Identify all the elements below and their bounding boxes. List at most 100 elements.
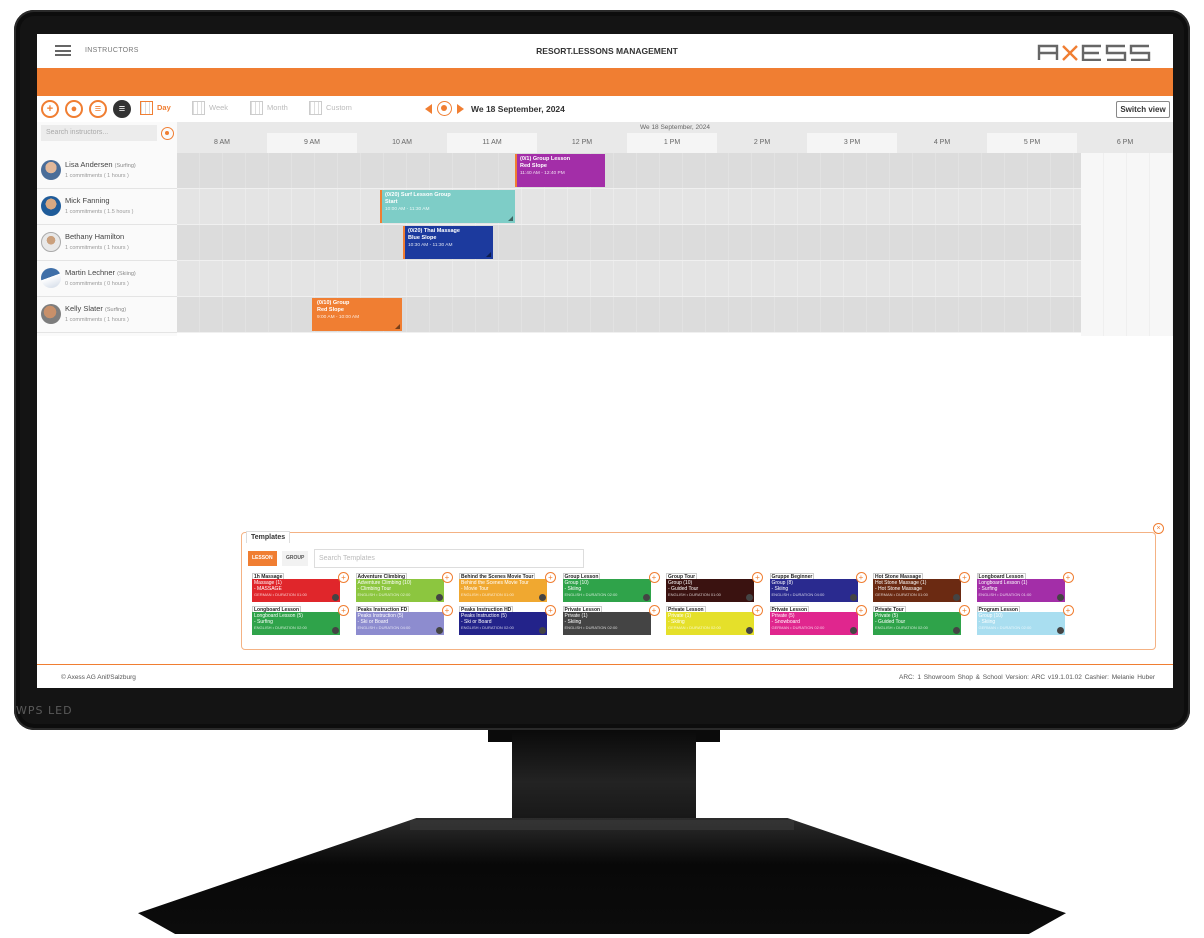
calendar-month-icon[interactable]: [250, 101, 263, 115]
event-block[interactable]: (0/20) Surf Lesson Group Start 10:00 AM …: [380, 190, 515, 223]
event-location: Red Slope: [317, 307, 344, 313]
instructor-row[interactable]: Lisa Andersen (Surfing) 1 commitments ( …: [37, 153, 177, 189]
instructor-row[interactable]: Kelly Slater (Surfing) 1 commitments ( 1…: [37, 297, 177, 333]
template-card[interactable]: Longboard Lesson Longboard Lesson (5) - Su…: [252, 605, 349, 635]
hour-label: 2 PM: [717, 133, 807, 153]
add-template-icon[interactable]: +: [959, 605, 970, 616]
next-day-icon[interactable]: [457, 104, 464, 114]
add-template-icon[interactable]: +: [441, 572, 453, 583]
add-template-icon[interactable]: +: [648, 572, 660, 583]
add-template-icon[interactable]: +: [855, 605, 867, 616]
avatar: [41, 268, 61, 288]
template-card[interactable]: Longboard Lesson Longboard Lesson (1) - Su…: [976, 572, 1074, 602]
hour-label: 6 PM: [1077, 133, 1173, 153]
calendar-day-icon[interactable]: [140, 101, 153, 115]
add-template-icon[interactable]: +: [959, 572, 970, 583]
document-icon[interactable]: ≡: [89, 100, 107, 118]
instructor-name-text: Mick Fanning: [65, 196, 110, 205]
filter-lesson-button[interactable]: LESSON: [248, 551, 277, 566]
copyright: © Axess AG Anif/Salzburg: [61, 674, 136, 681]
template-card[interactable]: Group Tour Group (10) - Guided Tour ENGLISH…: [666, 572, 763, 602]
instructor-row[interactable]: Martin Lechner (Skiing) 0 commitments ( …: [37, 261, 177, 297]
hamburger-menu-icon[interactable]: [55, 45, 71, 56]
avatar: [41, 160, 61, 180]
calendar-week-icon[interactable]: [192, 101, 205, 115]
event-block[interactable]: (0/1) Group Lesson Red Slope 11:40 AM - …: [515, 154, 605, 187]
template-card[interactable]: Program Lesson Group (10) - Skiing GERMAN •…: [976, 605, 1074, 635]
add-template-icon[interactable]: +: [1062, 572, 1074, 583]
template-search-input[interactable]: Search Templates: [314, 549, 584, 568]
toolbar: + ● ≡ ≡ Day Week Month Custom We 18 Sept…: [37, 96, 1173, 122]
event-block[interactable]: (0/10) Group Red Slope 9:00 AM - 10:00 A…: [312, 298, 402, 331]
template-card[interactable]: Peaks Instruction FD Peaks Instruction (5…: [355, 605, 453, 635]
add-template-icon[interactable]: +: [338, 572, 349, 583]
schedule-row[interactable]: [177, 261, 1173, 297]
prev-day-icon[interactable]: [425, 104, 432, 114]
tab-day[interactable]: Day: [157, 103, 171, 112]
instructor-search-input[interactable]: Search instructors...: [41, 125, 157, 141]
template-meta: ENGLISH • DURATION 02:00: [357, 592, 411, 597]
instructor-row[interactable]: Mick Fanning 1 commitments ( 1.5 hours ): [37, 189, 177, 225]
tab-week[interactable]: Week: [209, 103, 228, 112]
schedule-row[interactable]: [177, 189, 1173, 225]
monitor-neck: [512, 730, 696, 825]
tab-month[interactable]: Month: [267, 103, 288, 112]
resize-handle-icon[interactable]: [395, 324, 400, 329]
template-card[interactable]: Private Lesson Private (1) - Skiing ENGLISH…: [562, 605, 660, 635]
template-body: Adventure Climbing (10) - Climbing Tour EN…: [355, 579, 444, 602]
add-template-icon[interactable]: +: [441, 605, 453, 616]
after-hours-area: [1081, 153, 1173, 336]
add-template-icon[interactable]: +: [752, 572, 763, 583]
add-template-icon[interactable]: +: [855, 572, 867, 583]
template-status-icon: [642, 627, 650, 634]
template-body: Group (10) - Guided Tour ENGLISH • DURATIO…: [666, 579, 754, 602]
schedule-row[interactable]: [177, 153, 1173, 189]
filter-group-button[interactable]: GROUP: [282, 551, 309, 566]
instructor-sport: (Skiing): [117, 271, 136, 277]
template-card[interactable]: Private Tour Private (5) - Guided Tour ENGL…: [873, 605, 970, 635]
template-card[interactable]: Peaks Instruction HD Peaks Instruction (5…: [459, 605, 556, 635]
add-template-icon[interactable]: +: [545, 605, 556, 616]
hour-label: 1 PM: [627, 133, 717, 153]
template-card[interactable]: Private Lesson Private (5) - Snowboard GERM…: [769, 605, 867, 635]
template-card[interactable]: Private Lesson Private (1) - Skiing GERMAN …: [666, 605, 763, 635]
instructor-row[interactable]: Bethany Hamilton 1 commitments ( 1 hours…: [37, 225, 177, 261]
accent-bar: [37, 68, 1173, 96]
add-template-icon[interactable]: +: [648, 605, 660, 616]
template-status-icon: [746, 627, 753, 634]
event-block[interactable]: (0/20) Thai Massage Blue Slope 10:30 AM …: [403, 226, 493, 259]
instructor-search-icon[interactable]: [161, 127, 174, 140]
resize-handle-icon[interactable]: [508, 216, 513, 221]
close-icon[interactable]: ×: [1153, 523, 1164, 534]
filter-icon[interactable]: ≡: [113, 100, 131, 118]
template-status-icon: [435, 594, 443, 601]
add-template-icon[interactable]: +: [752, 605, 763, 616]
template-body: Massage (1) - MASSAGE GERMAN • DURATION 01…: [252, 579, 340, 602]
event-title: (0/20) Thai Massage: [408, 228, 460, 234]
add-template-icon[interactable]: +: [338, 605, 349, 616]
template-meta: ENGLISH • DURATION 02:00: [875, 625, 928, 630]
template-card[interactable]: Behind the Scenes Movie Tour Behind the S…: [459, 572, 556, 602]
add-template-icon[interactable]: +: [1062, 605, 1074, 616]
template-card[interactable]: Gruppe Beginner Group (8) - Skiing ENGLISH …: [769, 572, 867, 602]
today-icon[interactable]: [437, 101, 452, 116]
tab-custom[interactable]: Custom: [326, 103, 352, 112]
switch-view-button[interactable]: Switch view: [1116, 101, 1170, 118]
template-body: Private (5) - Snowboard GERMAN • DURATION …: [769, 612, 858, 635]
instructor-name: Bethany Hamilton: [65, 232, 124, 241]
resize-handle-icon[interactable]: [486, 252, 491, 257]
template-card[interactable]: Hot Stone Massage Hot Stone Massage (1) - …: [873, 572, 970, 602]
resort-icon[interactable]: ●: [65, 100, 83, 118]
monitor-base: [138, 818, 1066, 934]
template-card[interactable]: Adventure Climbing Adventure Climbing (10…: [355, 572, 453, 602]
templates-tab[interactable]: Templates: [246, 531, 291, 543]
schedule-row[interactable]: [177, 225, 1173, 261]
template-status-icon: [642, 594, 650, 601]
add-template-icon[interactable]: +: [545, 572, 556, 583]
template-card[interactable]: Group Lesson Group (10) - Skiing ENGLISH • …: [562, 572, 660, 602]
calendar-custom-icon[interactable]: [309, 101, 322, 115]
template-card[interactable]: 1h Massage Massage (1) - MASSAGE GERMAN • D…: [252, 572, 349, 602]
add-icon[interactable]: +: [41, 100, 59, 118]
hour-label: 9 AM: [267, 133, 357, 153]
section-label[interactable]: INSTRUCTORS: [85, 47, 139, 54]
